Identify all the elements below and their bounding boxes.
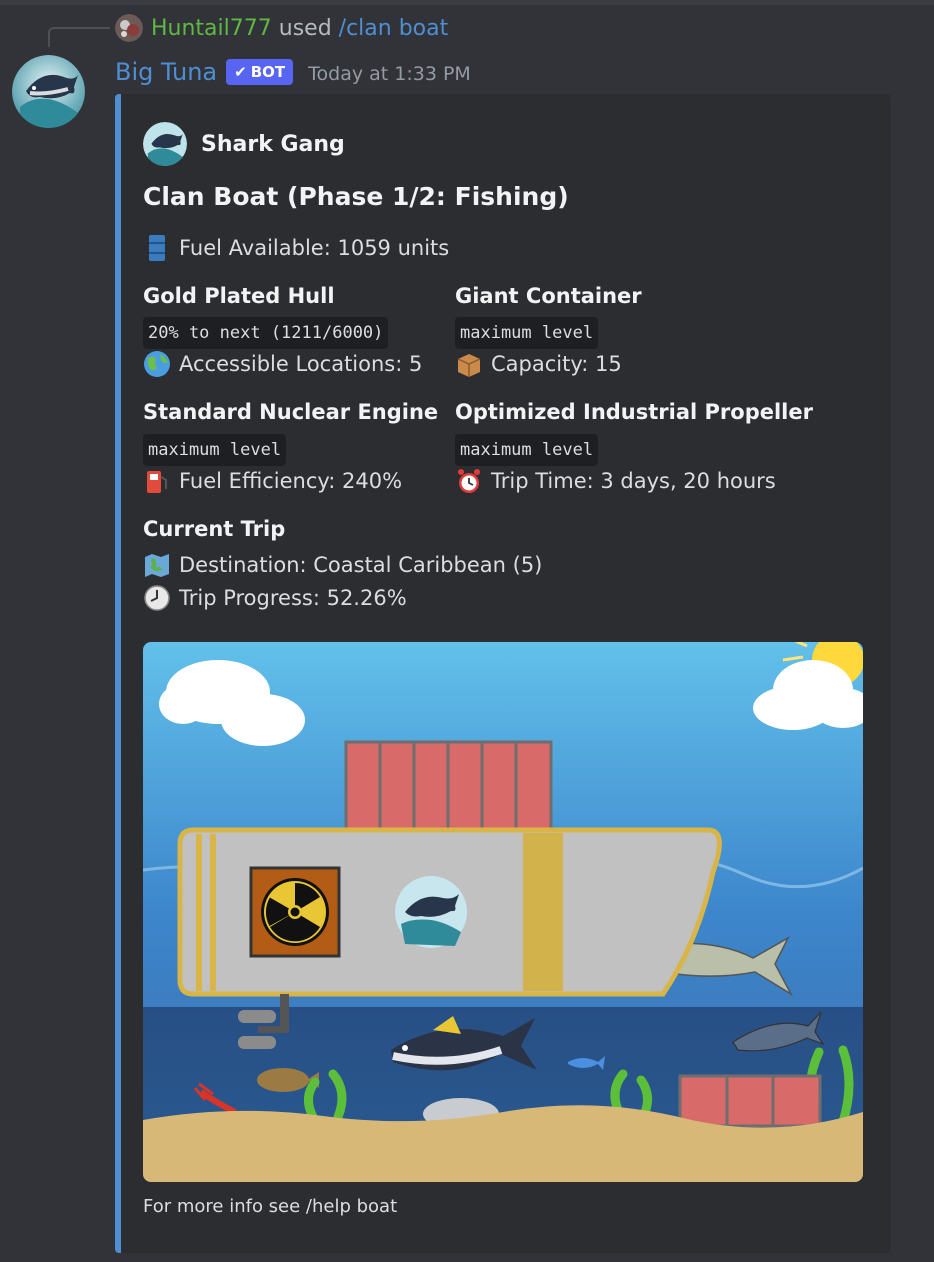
field-hull-detail: Accessible Locations: 5 [143,350,422,378]
embed-author-name: Shark Gang [201,131,345,157]
reply-avatar[interactable] [115,14,143,42]
current-trip-name: Current Trip [143,517,286,541]
embed-title: Clan Boat (Phase 1/2: Fishing) [143,182,569,211]
field-hull-detail-text: Accessible Locations: 5 [179,352,423,376]
field-container-detail: Capacity: 15 [455,350,622,378]
package-icon [455,350,483,378]
fuel-drum-icon [143,234,171,262]
trip-progress: Trip Progress: 52.26% [143,584,407,612]
trip-destination-text: Destination: Coastal Caribbean (5) [179,553,543,577]
reply-used-text: used [278,15,332,41]
check-icon: ✔ [234,63,247,81]
trip-progress-text: Trip Progress: 52.26% [179,586,407,610]
bot-badge: ✔ BOT [226,59,294,85]
field-hull-name: Gold Plated Hull [143,284,335,308]
globe-icon [143,350,171,378]
field-propeller-code: maximum level [455,434,599,466]
reply-connector [48,27,110,47]
field-container-name: Giant Container [455,284,642,308]
field-propeller-detail-text: Trip Time: 3 days, 20 hours [491,469,776,493]
embed-footer: For more info see /help boat [143,1196,398,1217]
field-engine-detail-text: Fuel Efficiency: 240% [179,469,403,493]
clock-icon [143,584,171,612]
field-engine-code: maximum level [143,434,287,466]
avatar[interactable] [12,55,85,128]
bot-badge-label: BOT [250,63,286,81]
field-hull-code: 20% to next (1211/6000) [143,317,389,349]
embed-author: Shark Gang [143,122,345,166]
alarm-clock-icon [455,467,483,495]
fuel-line: Fuel Available: 1059 units [143,234,449,262]
embed: Shark Gang Clan Boat (Phase 1/2: Fishing… [115,94,891,1253]
top-divider [0,0,934,5]
field-engine-detail: Fuel Efficiency: 240% [143,467,402,495]
field-engine-name: Standard Nuclear Engine [143,400,439,424]
reply-command[interactable]: /clan boat [339,16,449,41]
field-container-code: maximum level [455,317,599,349]
reply-username[interactable]: Huntail777 [151,16,272,41]
reply-context[interactable]: Huntail777 used /clan boat [115,12,448,44]
timestamp[interactable]: Today at 1:33 PM [308,63,471,85]
field-propeller-detail: Trip Time: 3 days, 20 hours [455,467,776,495]
fuel-text: Fuel Available: 1059 units [179,236,450,260]
message-header: Big Tuna ✔ BOT Today at 1:33 PM [115,54,471,90]
field-propeller-name: Optimized Industrial Propeller [455,400,813,424]
field-container-detail-text: Capacity: 15 [491,352,622,376]
trip-destination: Destination: Coastal Caribbean (5) [143,551,542,579]
author-name[interactable]: Big Tuna [115,58,217,86]
map-icon [143,551,171,579]
boat-image[interactable] [143,642,863,1182]
fuel-pump-icon [143,467,171,495]
clan-icon [143,122,187,166]
